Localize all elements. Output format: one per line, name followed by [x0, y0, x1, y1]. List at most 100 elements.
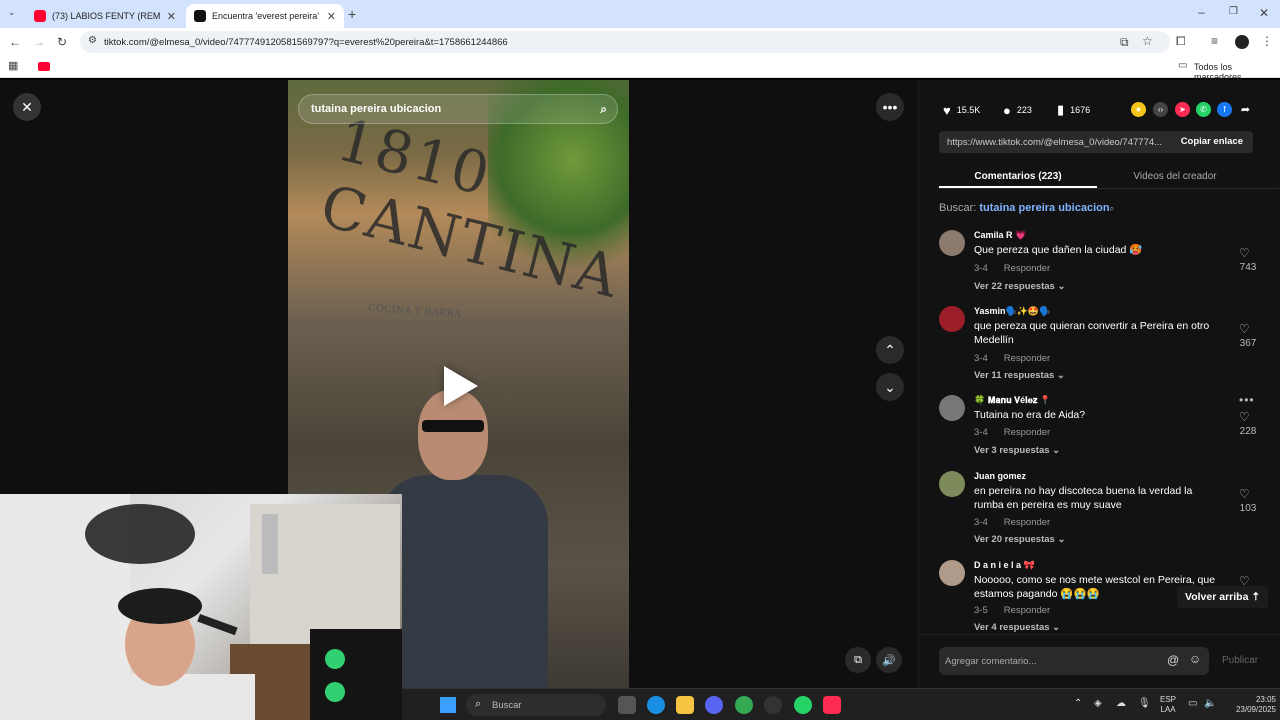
like-heart-icon[interactable]: ♡ — [1239, 246, 1250, 260]
back-to-top-button[interactable]: Volver arriba ⇡ — [1177, 586, 1269, 608]
whatsapp-icon[interactable] — [794, 696, 812, 714]
like-heart-icon[interactable]: ♡ — [1239, 410, 1250, 424]
avatar[interactable] — [939, 306, 965, 332]
media-control-icon[interactable]: ≡ — [1211, 35, 1218, 47]
comment-username[interactable]: Juan gomez — [974, 471, 1026, 481]
taskbar-search-placeholder: Buscar — [492, 699, 522, 711]
volume-button[interactable]: 🔊 — [876, 647, 902, 673]
mic-icon[interactable]: 🎙 — [1138, 699, 1151, 709]
reply-button[interactable]: Responder — [1004, 427, 1050, 438]
close-tab-icon[interactable]: ✕ — [167, 10, 176, 23]
cloud-icon[interactable]: ☁ — [1116, 699, 1126, 709]
reply-button[interactable]: Responder — [1004, 263, 1050, 274]
previous-video-button[interactable]: ⌃ — [876, 336, 904, 364]
saves-stat[interactable]: ▮ 1676 — [1057, 102, 1090, 118]
install-app-icon[interactable]: ⧉ — [1120, 36, 1129, 48]
clock[interactable]: 23:05 23/09/2025 — [1220, 695, 1276, 715]
avatar[interactable] — [939, 395, 965, 421]
bookmark-star-icon[interactable]: ☆ — [1142, 35, 1153, 47]
embed-code-icon[interactable]: ‹› — [1153, 102, 1168, 117]
close-video-button[interactable]: ✕ — [13, 93, 41, 121]
tray-chevron-up-icon[interactable]: ⌃ — [1074, 699, 1082, 709]
heart-icon: ♥ — [943, 102, 951, 118]
share-link-text: https://www.tiktok.com/@elmesa_0/video/7… — [947, 136, 1163, 148]
discord-icon[interactable] — [705, 696, 723, 714]
repost-icon[interactable]: ★ — [1131, 102, 1146, 117]
windows-start-icon[interactable] — [440, 697, 456, 713]
share-arrow-icon[interactable]: ➦ — [1238, 102, 1253, 117]
chrome-icon[interactable] — [735, 696, 753, 714]
comment-username[interactable]: Camila R 💗 — [974, 230, 1026, 241]
tab-youtube[interactable]: (73) LABIOS FENTY (REMIX) - ( ✕ — [26, 4, 184, 28]
reply-button[interactable]: Responder — [1004, 353, 1050, 364]
comment-input[interactable]: Agregar comentario... @ ☺ — [939, 647, 1209, 675]
comment-item: 🍀 𝐌𝐚𝐧𝐮 𝐕é𝐥𝐞𝐳 📍 Tutaina no era de Aida? 3… — [939, 393, 1269, 465]
tray-app-icon[interactable]: ◈ — [1094, 699, 1102, 709]
comment-username[interactable]: Yasmin🗣️✨🤩🗣️ — [974, 306, 1050, 317]
reload-icon[interactable]: ↻ — [57, 36, 67, 48]
file-explorer-icon[interactable] — [676, 696, 694, 714]
new-tab-plus-icon[interactable]: + — [348, 7, 356, 21]
facebook-icon[interactable]: f — [1217, 102, 1232, 117]
tab-creator-videos[interactable]: Videos del creador — [1097, 164, 1253, 188]
profile-avatar[interactable] — [1235, 35, 1249, 49]
copy-link-button[interactable]: Copiar enlace — [1181, 131, 1243, 153]
comment-username[interactable]: D a n i e l a 🎀 — [974, 560, 1035, 571]
float-player-button[interactable]: ⧉ — [845, 647, 871, 673]
apps-grid-icon[interactable]: ▦ — [8, 61, 18, 72]
view-replies-button[interactable]: Ver 22 respuestas ⌄ — [974, 281, 1065, 292]
send-icon[interactable]: ➤ — [1175, 102, 1190, 117]
like-heart-icon[interactable]: ♡ — [1239, 487, 1250, 501]
comment-username[interactable]: 🍀 𝐌𝐚𝐧𝐮 𝐕é𝐥𝐞𝐳 📍 — [974, 395, 1051, 406]
extensions-icon[interactable]: ⧠ — [1176, 35, 1186, 47]
back-arrow-icon[interactable]: ← — [9, 36, 21, 48]
avatar[interactable] — [939, 560, 965, 586]
close-window-icon[interactable]: ✕ — [1259, 7, 1269, 19]
all-bookmarks-label[interactable]: Todos los marcadores — [1194, 62, 1280, 82]
search-query-link[interactable]: tutaina pereira ubicacion — [979, 202, 1109, 214]
avatar[interactable] — [939, 230, 965, 256]
comment-more-dots-icon[interactable]: ••• — [1239, 393, 1255, 407]
likes-stat[interactable]: ♥ 15.5K — [943, 102, 980, 118]
next-video-button[interactable]: ⌄ — [876, 373, 904, 401]
mention-icon[interactable]: @ — [1167, 653, 1179, 667]
site-info-icon[interactable]: ⚙ — [88, 36, 97, 46]
language-indicator[interactable]: ESP LAA — [1156, 695, 1180, 715]
comments-stat[interactable]: ● 223 — [1003, 102, 1032, 118]
view-replies-button[interactable]: Ver 4 respuestas ⌄ — [974, 622, 1060, 633]
like-heart-icon[interactable]: ♡ — [1239, 322, 1250, 336]
task-view-icon[interactable] — [618, 696, 636, 714]
network-icon[interactable]: ▭ — [1188, 699, 1197, 709]
close-tab-icon[interactable]: ✕ — [327, 10, 336, 23]
minimize-icon[interactable]: – — [1198, 6, 1205, 18]
tab-comments[interactable]: Comentarios (223) — [939, 164, 1097, 188]
obs-icon[interactable] — [764, 696, 782, 714]
tab-search-chevron-icon[interactable]: ⌄ — [8, 8, 16, 17]
speaker-icon[interactable]: 🔈 — [1204, 699, 1216, 709]
tiktok-icon[interactable] — [823, 696, 841, 714]
taskbar-search[interactable]: ⌕ Buscar — [466, 694, 606, 716]
restore-icon[interactable]: ❐ — [1229, 7, 1238, 17]
reply-button[interactable]: Responder — [1004, 605, 1050, 616]
youtube-bookmark-icon[interactable] — [38, 62, 50, 71]
play-icon[interactable] — [444, 366, 478, 406]
language-sub: LAA — [1160, 705, 1176, 714]
view-replies-button[interactable]: Ver 3 respuestas ⌄ — [974, 445, 1060, 456]
forward-arrow-icon[interactable]: → — [33, 36, 45, 48]
whatsapp-icon[interactable]: ✆ — [1196, 102, 1211, 117]
more-options-button[interactable]: ••• — [876, 93, 904, 121]
search-icon[interactable]: ⌕ — [600, 102, 607, 117]
publish-button[interactable]: Publicar — [1222, 655, 1258, 666]
tab-tiktok[interactable]: Encuentra 'everest pereira' en T ✕ — [186, 4, 344, 28]
view-replies-button[interactable]: Ver 11 respuestas ⌄ — [974, 370, 1065, 381]
reply-button[interactable]: Responder — [1004, 517, 1050, 528]
tab-title: Encuentra 'everest pereira' en T — [212, 11, 321, 21]
share-link-box[interactable]: https://www.tiktok.com/@elmesa_0/video/7… — [939, 131, 1253, 153]
view-replies-button[interactable]: Ver 20 respuestas ⌄ — [974, 534, 1065, 545]
emoji-icon[interactable]: ☺ — [1189, 652, 1201, 666]
avatar[interactable] — [939, 471, 965, 497]
video-search-overlay[interactable]: tutaina pereira ubicacion ⌕ — [298, 94, 618, 124]
menu-dots-icon[interactable]: ⋮ — [1261, 35, 1273, 47]
address-bar[interactable]: ⚙ tiktok.com/@elmesa_0/video/74777491205… — [80, 31, 1170, 53]
edge-icon[interactable] — [647, 696, 665, 714]
